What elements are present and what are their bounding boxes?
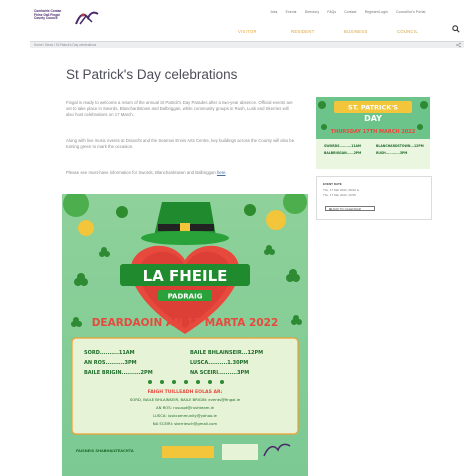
poster-image: LA FHEILE PADRAIG DEARDAOIN AN 17 MARTA … (62, 194, 308, 476)
utility-nav: Jobs Events Directory FAQs Contact Regis… (270, 10, 433, 14)
add-to-calendar-button[interactable]: ▦ ADD TO CALENDAR (325, 206, 375, 211)
info-text: Please see must-have information for Swo… (66, 170, 217, 175)
util-faqs[interactable]: FAQs (327, 10, 336, 14)
nav-resident[interactable]: RESIDENT (291, 29, 344, 34)
nav-business[interactable]: BUSINESS (344, 29, 397, 34)
poster-time-swords: SORD..........11AM (84, 350, 135, 356)
nav-council[interactable]: COUNCIL (397, 29, 450, 34)
info-end: . (225, 170, 227, 175)
poster-info-1: SORD, BAILE BHLAINSEIR, BAILE BRIGIN: ev… (130, 397, 241, 402)
poster-time-skerries: NA SCEIRI..........3PM (190, 370, 249, 376)
info-paragraph: Please see must-have information for Swo… (66, 170, 296, 176)
util-portal[interactable]: Councillor's Portal (396, 10, 425, 14)
util-events[interactable]: Events (286, 10, 297, 14)
nav-visitor[interactable]: VISITOR (238, 29, 291, 34)
poster-footer: FAISNEIS SHABHAILTEACHTA (76, 449, 134, 453)
side-img-line-2: BALBRIGGAN......2PM (324, 151, 361, 155)
util-register[interactable]: Register/Login (365, 10, 388, 14)
poster-info-heading: FAIGH TUILLEADH EOLAS AR: (148, 389, 223, 395)
music-paragraph: Along with live music events at Draiocht… (66, 138, 295, 149)
util-directory[interactable]: Directory (305, 10, 320, 14)
poster-date: DEARDAOIN AN 17 MARTA 2022 (92, 317, 279, 329)
site-header: Comhairle Contae Fhine Gall Fingal Count… (0, 0, 471, 30)
poster-time-lusk: LUSCA..........1.30PM (190, 360, 248, 366)
here-link[interactable]: here (217, 170, 226, 175)
event-date-start: Thu, 17 Mar 2022, 09:00 to (323, 188, 360, 192)
util-jobs[interactable]: Jobs (270, 10, 278, 14)
side-img-line-3: BLANCHARDSTOWN...12PM (376, 144, 424, 148)
side-img-line-4: RUSH............3PM (376, 151, 407, 155)
side-img-line-1: SWORDS..........11AM (324, 144, 361, 148)
intro-paragraph: Fingal is ready to welcome a return of t… (66, 100, 293, 117)
event-date-label: EVENT DATE (323, 182, 342, 186)
add-to-calendar-label: ADD TO CALENDAR (332, 207, 361, 211)
share-icon[interactable] (456, 42, 461, 50)
poster-title: LA FHEILE (143, 267, 228, 285)
event-date-end: Thu, 17 Mar 2022, 23:59 (323, 193, 356, 197)
event-date-box: EVENT DATE Thu, 17 Mar 2022, 09:00 to Th… (316, 176, 432, 220)
breadcrumb[interactable]: Home / News / St Patrick's Day celebrati… (34, 43, 96, 47)
util-contact[interactable]: Contact (344, 10, 356, 14)
poster-info-3: LUSCA: luskcommunity@yahoo.ie (153, 413, 217, 418)
page-title: St Patrick's Day celebrations (66, 67, 238, 82)
poster-time-balbriggan: BAILE BRIGIN..........2PM (84, 370, 153, 376)
logo-text: Comhairle Contae Fhine Gall Fingal Count… (34, 9, 62, 21)
breadcrumb-bar: Home / News / St Patrick's Day celebrati… (30, 41, 464, 48)
side-img-title-2: DAY (364, 114, 382, 123)
poster-time-blanch: BAILE BHLAINSEIR...12PM (190, 350, 263, 356)
side-poster-image[interactable]: ST. PATRICK'S DAY THURSDAY 17TH MARCH 20… (316, 97, 430, 169)
search-icon[interactable] (452, 25, 460, 35)
side-img-title-1: ST. PATRICK'S (348, 104, 398, 112)
poster-info-4: NA SCEIRI: skerriesch@gmail.com (153, 421, 218, 426)
council-logo[interactable]: Comhairle Contae Fhine Gall Fingal Count… (34, 9, 114, 28)
poster-info-2: AN ROS: rususpt@rushteam.ie (156, 405, 215, 410)
poster-time-rush: AN ROS..........3PM (84, 360, 137, 366)
logo-mark-icon (75, 11, 99, 25)
poster-subtitle: PADRAIG (168, 293, 203, 301)
side-img-date: THURSDAY 17TH MARCH 2022 (331, 129, 416, 135)
main-nav: VISITOR RESIDENT BUSINESS COUNCIL (238, 29, 450, 34)
